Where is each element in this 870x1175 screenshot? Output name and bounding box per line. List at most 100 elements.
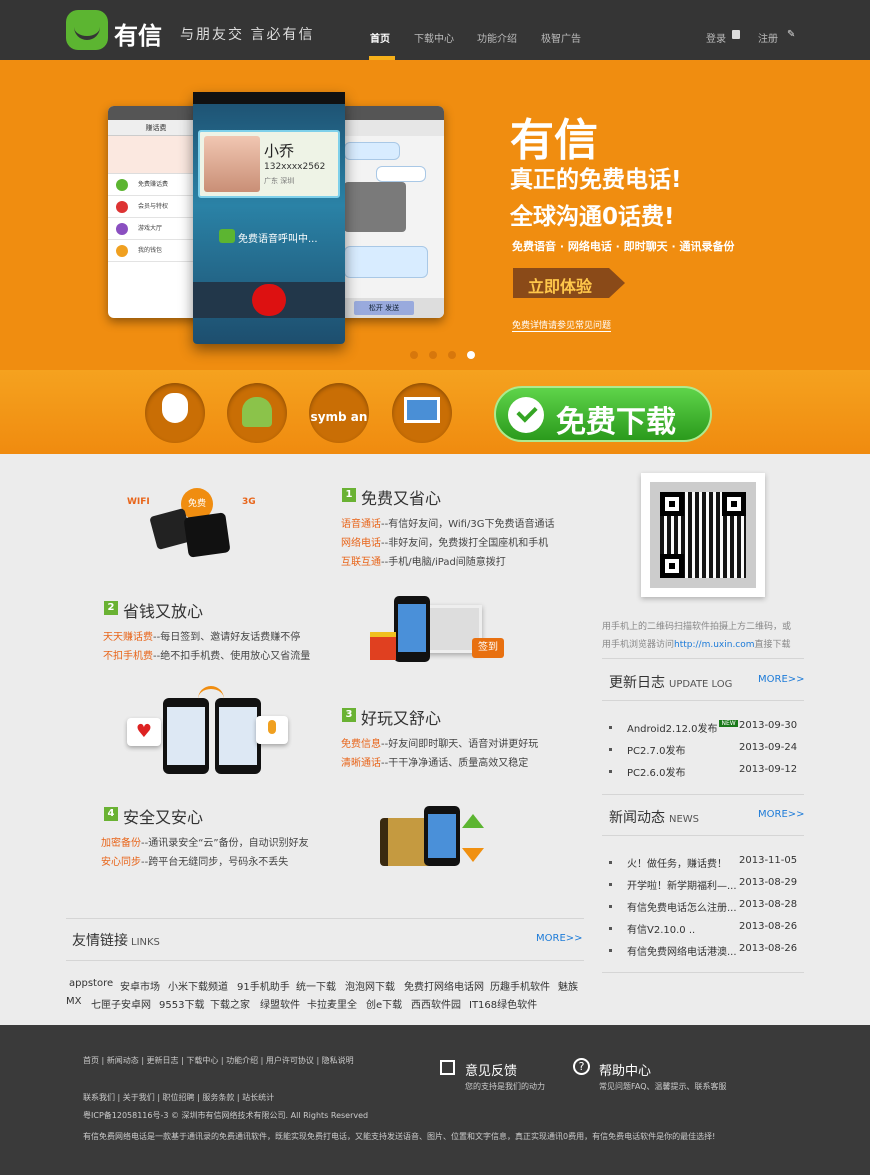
phone3-send-button: 松开 发送 [354, 301, 414, 315]
nav-download-center[interactable]: 下载中心 [414, 30, 454, 45]
symbian-icon[interactable]: symb an [309, 383, 369, 443]
feature-line: 加密备份--通讯录安全“云”备份，自动识别好友 [101, 834, 309, 849]
download-check-icon [508, 397, 544, 433]
faq-link[interactable]: 免费详情请参见常见问题 [512, 318, 612, 332]
friend-link[interactable]: 西西软件园 [411, 996, 461, 1011]
feature-title: 省钱又放心 [123, 602, 204, 621]
update-log-item[interactable]: PC2.6.0发布 [608, 764, 685, 779]
help-icon[interactable]: ? [573, 1058, 590, 1075]
news-more-link[interactable]: MORE>> [758, 809, 805, 820]
slide-dot[interactable] [448, 351, 456, 359]
friend-link[interactable]: 魅族 [558, 978, 578, 993]
friend-link[interactable]: 七匣子安卓网 [91, 996, 151, 1011]
feature-line: 天天赚话费--每日签到、邀请好友话费赚不停 [103, 628, 300, 643]
phone-screenshot-left: 赚话费 免费赚话费 会员与特权 游戏大厅 我的钱包 [108, 106, 204, 318]
mic-glyph [268, 720, 276, 734]
phone-screen [219, 707, 257, 765]
feedback-icon[interactable] [440, 1060, 455, 1075]
feature-key: 语音通话 [341, 519, 381, 530]
upload-arrow-icon [462, 814, 484, 828]
friend-link[interactable]: IT168绿色软件 [469, 996, 537, 1011]
feature-line: 安心同步--跨平台无缝同步，号码永不丢失 [101, 853, 288, 868]
friend-link[interactable]: 小米下载频道 [168, 978, 228, 993]
slide-dot-active[interactable] [467, 351, 475, 359]
friend-link[interactable]: 卡拉麦里全 [307, 996, 357, 1011]
friend-link[interactable]: 历趣手机软件 [490, 978, 550, 993]
links-subtitle: LINKS [131, 937, 160, 948]
feature-title: 安全又安心 [123, 808, 204, 827]
news-item[interactable]: 有信免费网络电话港澳... [609, 943, 737, 958]
try-now-label[interactable]: 立即体验 [528, 273, 592, 297]
news-item[interactable]: 火！做任务，赚话费！ [609, 855, 727, 870]
nav-ads[interactable]: 极智广告 [541, 30, 581, 45]
friend-link[interactable]: 安卓市场 [120, 978, 160, 993]
phone1-title: 赚话费 [108, 120, 204, 136]
feature-text: --每日签到、邀请好友话费赚不停 [153, 632, 301, 643]
friend-links-title: 友情链接 LINKS [72, 930, 160, 950]
friend-link[interactable]: MX [66, 996, 81, 1007]
friend-link[interactable]: 泡泡网下载 [345, 978, 395, 993]
windows-glyph [404, 397, 440, 423]
phone1-item: 游戏大厅 [138, 225, 163, 232]
links-more-link[interactable]: MORE>> [536, 933, 583, 944]
friend-link[interactable]: 统一下载 [296, 978, 336, 993]
news-date: 2013-11-05 [739, 855, 798, 866]
wifi-icon [198, 686, 224, 700]
update-log-more-link[interactable]: MORE>> [758, 674, 805, 685]
feature-key: 清晰通话 [341, 758, 381, 769]
qr-instruction-2: 用手机浏览器访问http://m.uxin.com直接下载 [602, 637, 791, 650]
update-log-date: 2013-09-12 [739, 764, 798, 775]
feature-title: 免费又省心 [361, 489, 442, 508]
feature-number: 3 [342, 708, 356, 722]
logo-text[interactable]: 有信 [114, 16, 162, 51]
divider [602, 794, 804, 795]
slide-dot[interactable] [410, 351, 418, 359]
nav-home[interactable]: 首页 [370, 30, 390, 45]
feedback-title[interactable]: 意见反馈 [465, 1060, 517, 1079]
friend-link[interactable]: 91手机助手 [237, 978, 290, 993]
friend-link[interactable]: appstore [69, 978, 113, 989]
news-subtitle: NEWS [669, 814, 700, 825]
phone1-item: 免费赚话费 [138, 181, 169, 188]
mobile-site-link[interactable]: http://m.uxin.com [674, 640, 755, 650]
news-item[interactable]: 有信免费电话怎么注册... [609, 899, 737, 914]
qr-prefix: 用手机浏览器访问 [602, 640, 675, 650]
update-log-heading: 更新日志 [609, 675, 665, 691]
feature-line: 语音通话--有信好友间，Wifi/3G下免费语音通话 [341, 515, 554, 530]
friend-link[interactable]: 9553下载 [159, 996, 204, 1011]
banner-title: 有信 [510, 115, 598, 166]
news-date: 2013-08-26 [739, 921, 798, 932]
help-center-title[interactable]: 帮助中心 [599, 1060, 651, 1079]
news-date: 2013-08-28 [739, 899, 798, 910]
feature-line: 网络电话--非好友间，免费拨打全国座机和手机 [341, 534, 548, 549]
news-item[interactable]: 有信V2.10.0 .. [608, 921, 695, 936]
update-log-item[interactable]: Android2.12.0发布NEW [609, 720, 738, 735]
download-arrow-icon [462, 848, 484, 862]
login-link[interactable]: 登录 [706, 30, 726, 45]
nav-features[interactable]: 功能介绍 [477, 30, 517, 45]
qr-finder [722, 492, 746, 516]
friend-link[interactable]: 下载之家 [210, 996, 250, 1011]
news-item[interactable]: 开学啦！新学期福利—... [609, 877, 737, 892]
feature-key: 网络电话 [341, 538, 381, 549]
friend-link[interactable]: 免费打网络电话网 [404, 978, 484, 993]
news-date: 2013-08-26 [739, 943, 798, 954]
update-log-text[interactable]: Android2.12.0发布 [627, 724, 717, 735]
friend-link[interactable]: 创e下载 [366, 996, 402, 1011]
qr-finder [660, 492, 684, 516]
footer-nav-links[interactable]: 首页 | 新闻动态 | 更新日志 | 下载中心 | 功能介绍 | 用户许可协议 … [83, 1055, 354, 1066]
register-link[interactable]: 注册 [758, 30, 778, 45]
friend-link[interactable]: 绿盟软件 [260, 996, 300, 1011]
free-download-label[interactable]: 免费下载 [556, 397, 676, 441]
feedback-subtitle: 您的支持是我们的动力 [465, 1082, 545, 1091]
logo-icon[interactable] [66, 10, 108, 50]
slide-dot[interactable] [429, 351, 437, 359]
footer-secondary-links[interactable]: 联系我们 | 关于我们 | 职位招聘 | 服务条款 | 站长统计 [83, 1092, 274, 1103]
feature-key: 加密备份 [101, 838, 141, 849]
feature-text: --有信好友间，Wifi/3G下免费语音通话 [381, 519, 555, 530]
gift-icon [370, 632, 396, 660]
update-log-item[interactable]: PC2.7.0发布 [608, 742, 685, 757]
lock-icon [732, 30, 740, 39]
feature-key: 互联互通 [341, 557, 381, 568]
icp-copyright: 粤ICP备12058116号-3 © 深圳市有信网络技术有限公司. All Ri… [83, 1111, 369, 1120]
